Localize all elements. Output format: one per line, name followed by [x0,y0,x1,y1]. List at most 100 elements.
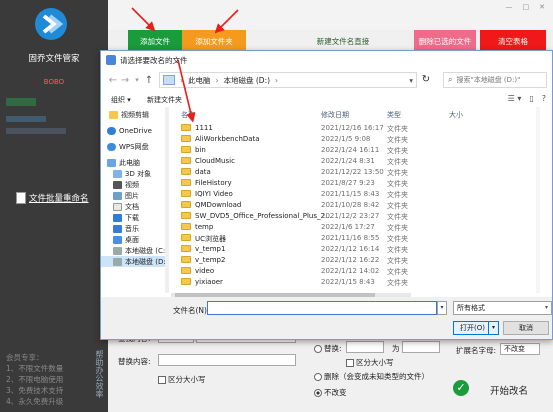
file-type: 文件夹 [387,147,408,155]
address-bar[interactable]: › 此电脑 › 本地磁盘 (D:) › ▾ [159,72,417,88]
nav-item-music[interactable]: 音乐 [101,223,168,234]
file-row[interactable]: video 2022/1/12 14:02 文件夹 [171,266,552,277]
nav-item-this-pc[interactable]: 此电脑 [101,157,168,168]
file-row[interactable]: UC浏览器 2021/11/16 8:55 文件夹 [171,233,552,244]
replace-from-input[interactable] [346,341,384,353]
ext-select[interactable]: 不改变 [500,343,540,355]
file-row[interactable]: SW_DVD5_Office_Professional_Plus_2... 202… [171,211,552,222]
option-delete-radio[interactable]: 删除（会变成未知类型的文件） [314,371,429,382]
replace-to-input[interactable] [402,341,440,353]
checkbox-icon [158,376,166,384]
view-options-icon[interactable]: ☰ ▾ [508,94,522,103]
new-rule-button[interactable]: 新建文件名直接 [288,30,398,52]
file-row[interactable]: CloudMusic 2022/1/24 8:31 文件夹 [171,156,552,167]
file-row[interactable]: AliWorkbenchData 2022/1/5 9:08 文件夹 [171,134,552,145]
filename-input[interactable] [207,301,437,315]
start-rename-button[interactable]: 开始改名 [490,383,528,397]
search-placeholder: 搜索"本地磁盘 (D:)" [456,76,521,84]
preview-pane-icon[interactable]: ▯ [529,94,533,103]
file-row[interactable]: IQIYI Video 2021/11/15 8:43 文件夹 [171,189,552,200]
address-dropdown-icon[interactable]: ▾ [406,76,416,85]
file-list-vscrollbar[interactable] [536,107,540,293]
column-date[interactable]: 修改日期 [321,110,349,120]
nav-item-video-edit[interactable]: 视频剪辑 [101,109,168,120]
nav-item-wps[interactable]: WPS网盘 [101,141,168,152]
add-file-button[interactable]: 添加文件 [128,30,182,52]
nav-item-drive-d[interactable]: 本地磁盘 (D: [101,256,168,267]
column-name[interactable]: 名称 [181,110,195,120]
add-folder-button[interactable]: 添加文件夹 [182,30,246,52]
file-row[interactable]: yixiaoer 2022/1/15 8:43 文件夹 [171,277,552,288]
file-row[interactable]: temp 2022/1/6 17:27 文件夹 [171,222,552,233]
replace-input[interactable] [158,354,296,366]
breadcrumb-drive-d[interactable]: 本地磁盘 (D:) [221,75,274,86]
file-row[interactable]: v_temp2 2022/1/12 16:22 文件夹 [171,255,552,266]
breadcrumb-separator: › [180,75,183,85]
close-icon[interactable]: ✕ [539,3,545,11]
nav-item-downloads[interactable]: 下载 [101,212,168,223]
option-case-checkbox[interactable]: 区分大小写 [346,357,394,368]
check-icon[interactable]: ✓ [453,380,469,396]
back-arrow-icon[interactable]: ← [107,75,119,86]
case-checkbox[interactable]: 区分大小写 [158,374,206,385]
option-replace-radio[interactable]: 替换: [314,343,342,354]
folder-icon [181,245,191,252]
folder-icon [181,201,191,208]
search-box[interactable]: ⌕ 搜索"本地磁盘 (D:)" [443,72,547,88]
filename-dropdown-icon[interactable]: ▾ [437,301,447,315]
filetype-select[interactable]: 所有格式 ▾ [453,301,552,315]
file-row[interactable]: 1111 2021/12/16 16:17 文件夹 [171,123,552,134]
file-row[interactable]: QMDownload 2021/10/28 8:42 文件夹 [171,200,552,211]
app-title: 固乔文件管家 [28,54,80,64]
file-type: 文件夹 [387,235,408,243]
file-date: 2022/1/6 17:27 [321,223,375,231]
nav-scrollbar[interactable] [165,107,169,293]
minimize-icon[interactable]: — [506,3,513,11]
nav-item-3d[interactable]: 3D 对象 [101,168,168,179]
organize-menu[interactable]: 组织 ▾ [111,95,131,105]
nav-item-videos[interactable]: 视频 [101,179,168,190]
case-label: 区分大小写 [168,375,206,384]
nav-item-desktop[interactable]: 桌面 [101,234,168,245]
up-arrow-icon[interactable]: ↑ [143,75,155,86]
cloud-icon [107,126,116,135]
file-row[interactable]: FileHistory 2021/8/27 9:23 文件夹 [171,178,552,189]
nav-item-onedrive[interactable]: OneDrive [101,125,168,136]
maximize-icon[interactable]: □ [523,3,530,11]
clear-list-button[interactable]: 清空表格 [480,30,546,52]
help-icon[interactable]: ? [542,94,546,103]
file-row[interactable]: bin 2022/1/24 16:11 文件夹 [171,145,552,156]
option-keep-radio[interactable]: 不改变 [314,387,347,398]
file-list-header: 名称 修改日期 类型 大小 [171,107,552,121]
dialog-command-bar: 组织 ▾ 新建文件夹 ☰ ▾ ▯ ? [101,91,552,107]
menu-item-label: 文件批量重命名 [29,194,89,204]
file-row[interactable]: data 2021/12/22 13:50 文件夹 [171,167,552,178]
nav-item-drive-c[interactable]: 本地磁盘 (C: [101,245,168,256]
nav-item-documents[interactable]: 文档 [101,201,168,212]
nav-item-label: 音乐 [125,224,139,233]
cancel-button[interactable]: 取消 [503,321,549,335]
file-name: v_temp2 [195,256,226,264]
recent-dropdown-icon[interactable]: ▾ [131,76,143,84]
nav-item-pictures[interactable]: 图片 [101,190,168,201]
breadcrumb-this-pc[interactable]: 此电脑 [185,75,214,86]
forward-arrow-icon[interactable]: → [119,75,131,86]
refresh-icon[interactable]: ↻ [419,72,433,88]
member-line: 3、免费技术支持 [6,386,64,395]
menu-item-batch-rename[interactable]: 文件批量重命名 [16,192,89,204]
nav-item-label: 图片 [125,191,139,200]
file-name: IQIYI Video [195,190,233,198]
file-name: bin [195,146,206,154]
to-label: 为 [392,344,400,353]
open-split-dropdown-icon[interactable]: ▾ [488,322,498,334]
file-type: 文件夹 [387,268,408,276]
blurred-info [6,98,36,106]
file-row[interactable]: v_temp1 2022/1/12 16:14 文件夹 [171,244,552,255]
open-button[interactable]: 打开(O) ▾ [453,321,499,335]
new-folder-button[interactable]: 新建文件夹 [147,95,182,105]
column-type[interactable]: 类型 [387,110,401,120]
delete-selected-button[interactable]: 删除已选的文件 [414,30,476,52]
dialog-navbar: ← → ▾ ↑ › 此电脑 › 本地磁盘 (D:) › ▾ ↻ ⌕ 搜索"本地磁… [101,69,552,91]
column-size[interactable]: 大小 [449,110,463,120]
file-type: 文件夹 [387,246,408,254]
